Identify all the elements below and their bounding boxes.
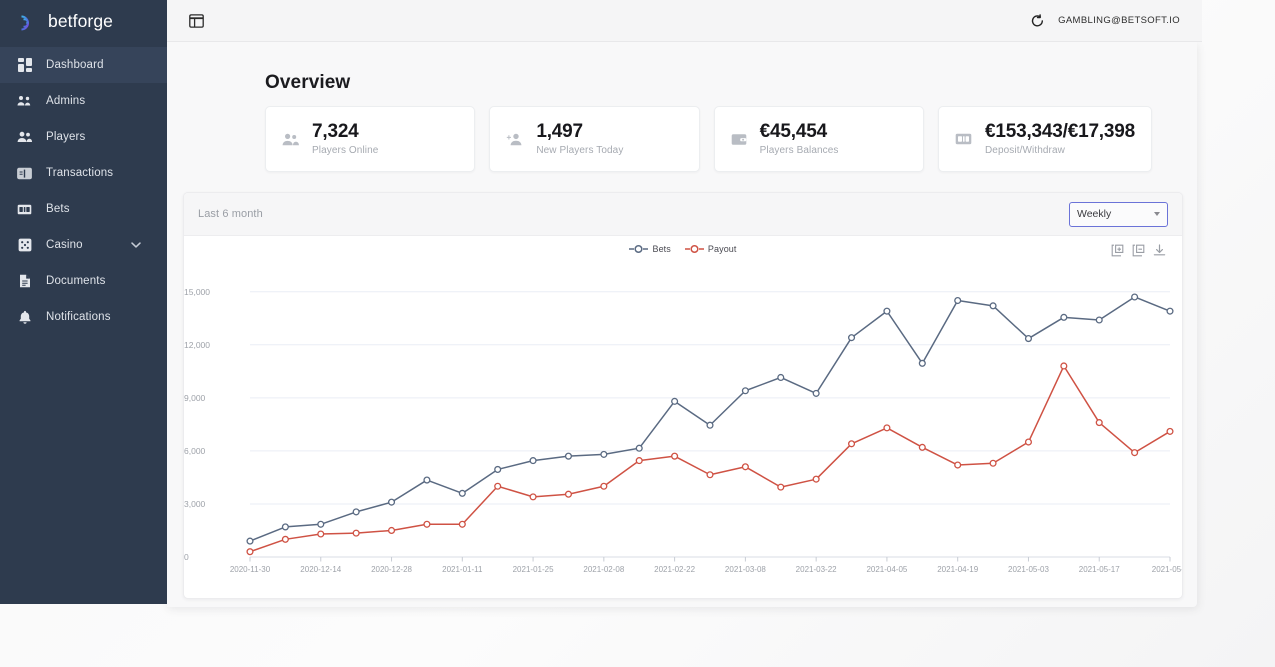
chart-x-axis: 2020-11-30 2020-12-14 2020-12-28 2021-01-11…: [184, 236, 1182, 598]
betforge-logo-icon: [17, 11, 39, 33]
x-axis-tick-label: 2021-03-22: [795, 565, 837, 574]
page-title: Overview: [265, 72, 351, 93]
sidebar-item-players[interactable]: Players: [0, 119, 167, 155]
stat-card-body: 7,324 Players Online: [312, 122, 378, 156]
sidebar-item-notifications[interactable]: Notifications: [0, 299, 167, 335]
x-axis-tick-label: 2021-03-08: [724, 565, 766, 574]
person-add-icon: [506, 133, 523, 146]
sidebar-item-label: Transactions: [46, 167, 114, 179]
x-axis-tick-label: 2021-04-19: [937, 565, 979, 574]
stat-card-value: €45,454: [759, 121, 827, 143]
stat-card-players-online[interactable]: 7,324 Players Online: [265, 106, 476, 172]
stat-cards: 7,324 Players Online 1,497 New Players T…: [265, 106, 1152, 172]
stat-card-label: Players Balances: [759, 144, 839, 156]
stat-card-label: New Players Today: [536, 144, 624, 156]
sidebar-nav: Dashboard Admins Players Transactions Be…: [0, 43, 167, 335]
x-axis-tick-label: 2020-12-14: [300, 565, 342, 574]
top-bar-left: [167, 13, 204, 28]
period-select[interactable]: Weekly: [1069, 201, 1168, 227]
chart-body: Bets Payout 0 3,000 6,000 9,000 12,000 1…: [184, 236, 1182, 598]
sidebar-item-transactions[interactable]: Transactions: [0, 155, 167, 191]
people-group-icon: [282, 133, 299, 146]
stat-card-body: €153,343/€17,398 Deposit/Withdraw: [985, 122, 1135, 156]
top-bar: GAMBLING@BETSOFT.IO: [167, 0, 1202, 42]
refresh-icon[interactable]: [1031, 13, 1044, 28]
top-bar-right: GAMBLING@BETSOFT.IO: [1031, 13, 1202, 28]
stat-card-body: 1,497 New Players Today: [536, 122, 623, 156]
dashboard-icon: [17, 58, 32, 73]
x-axis-tick-label: 2021-04-05: [866, 565, 908, 574]
sidebar-item-documents[interactable]: Documents: [0, 263, 167, 299]
bets-icon: [17, 202, 32, 217]
brand-logo[interactable]: betforge: [0, 0, 167, 43]
x-axis-tick-label: 2021-02-08: [583, 565, 625, 574]
brand-name: betforge: [48, 11, 114, 31]
chevron-down-icon: [1154, 212, 1160, 216]
x-axis-tick-label: 2020-12-28: [371, 565, 412, 574]
chevron-down-icon[interactable]: [131, 242, 141, 249]
sidebar-item-label: Documents: [46, 275, 106, 287]
banknote-icon: [955, 133, 972, 145]
panel-toggle-icon[interactable]: [189, 13, 204, 28]
sidebar-item-bets[interactable]: Bets: [0, 191, 167, 227]
admins-icon: [17, 94, 32, 109]
stat-card-value: 1,497: [536, 121, 583, 143]
user-email-label[interactable]: GAMBLING@BETSOFT.IO: [1058, 15, 1180, 26]
sidebar-item-label: Bets: [46, 203, 70, 215]
sidebar-item-label: Players: [46, 131, 86, 143]
sidebar-item-label: Dashboard: [46, 59, 104, 71]
stat-card-value: 7,324: [312, 121, 359, 143]
sidebar-item-admins[interactable]: Admins: [0, 83, 167, 119]
sidebar: betforge Dashboard Admins Players Transa…: [0, 0, 167, 604]
x-axis-tick-label: 2021-05-17: [1078, 565, 1120, 574]
content-panel: Overview 7,324 Players Online 1,497 New …: [167, 42, 1197, 607]
chart-header: Last 6 month Weekly: [184, 193, 1182, 236]
x-axis-tick-label: 2021-02-22: [654, 565, 696, 574]
stat-card-players-balances[interactable]: €45,454 Players Balances: [713, 106, 924, 172]
stat-card-body: €45,454 Players Balances: [760, 122, 839, 156]
app-root: betforge Dashboard Admins Players Transa…: [0, 0, 1275, 667]
sidebar-item-label: Admins: [46, 95, 86, 107]
stat-card-value: €153,343/€17,398: [984, 121, 1135, 143]
stat-card-label: Deposit/Withdraw: [984, 144, 1065, 156]
x-axis-tick-label: 2021-01-25: [512, 565, 554, 574]
chart-panel: Last 6 month Weekly Bets Payout 0 3,000 …: [183, 192, 1183, 599]
chart-period-label: Last 6 month: [198, 208, 263, 220]
transactions-icon: [17, 166, 32, 181]
bell-icon: [17, 310, 32, 325]
x-axis-tick-label: 2021-05-03: [1007, 565, 1049, 574]
stat-card-new-players-today[interactable]: 1,497 New Players Today: [489, 106, 700, 172]
documents-icon: [17, 274, 32, 289]
x-axis-tick-label: 2020-11-30: [229, 565, 271, 574]
stat-card-label: Players Online: [312, 144, 379, 156]
sidebar-item-label: Notifications: [46, 311, 111, 323]
x-axis-tick-label: 2021-05-3: [1151, 565, 1182, 574]
sidebar-item-dashboard[interactable]: Dashboard: [0, 47, 167, 83]
stat-card-deposit-withdraw[interactable]: €153,343/€17,398 Deposit/Withdraw: [937, 106, 1152, 172]
sidebar-item-label: Casino: [46, 239, 83, 251]
wallet-icon: [731, 133, 747, 146]
x-axis-tick-label: 2021-01-11: [442, 565, 483, 574]
sidebar-item-casino[interactable]: Casino: [0, 227, 167, 263]
casino-dice-icon: [17, 238, 32, 253]
players-icon: [17, 130, 32, 145]
period-select-value: Weekly: [1077, 208, 1112, 220]
